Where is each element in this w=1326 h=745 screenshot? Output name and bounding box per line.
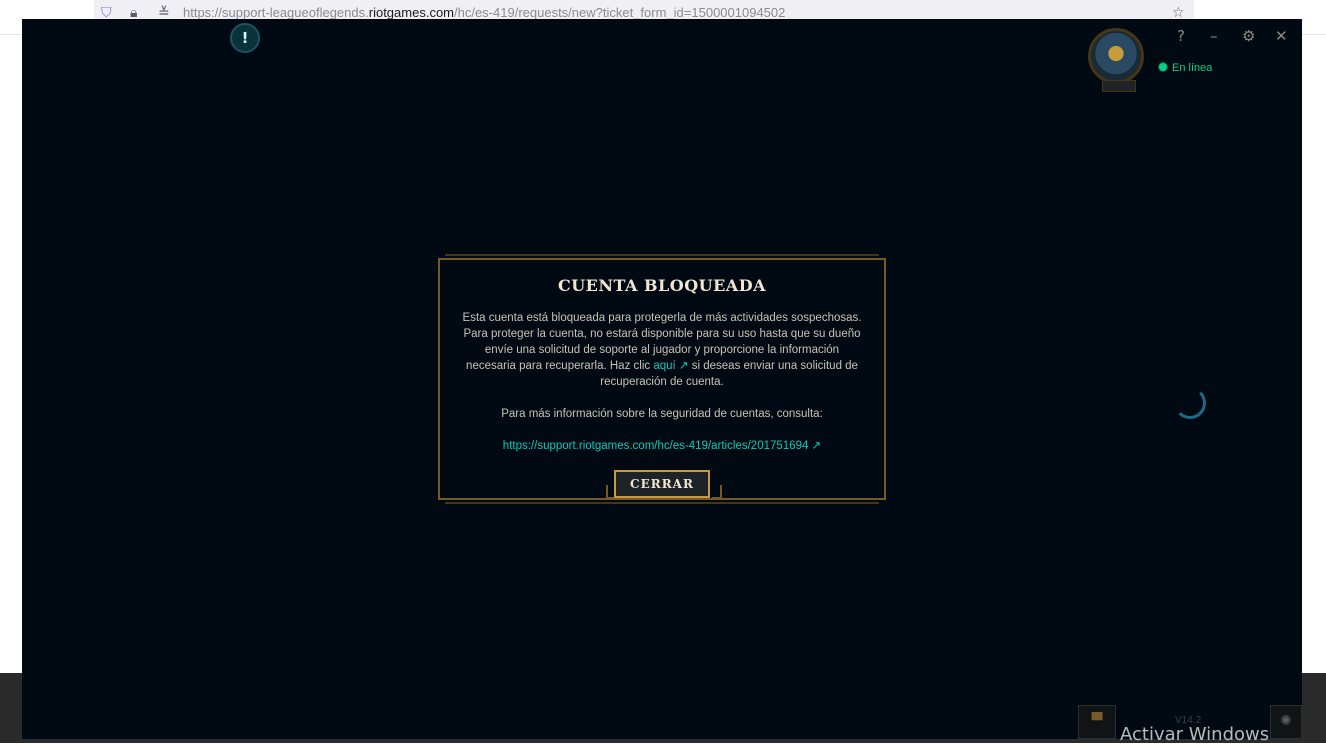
bug-report-icon[interactable]: ✺ xyxy=(1270,705,1302,739)
help-icon[interactable]: ? xyxy=(1177,27,1185,45)
minimize-icon[interactable]: – xyxy=(1210,27,1218,45)
button-frame-right xyxy=(712,485,722,499)
info-text: Para más información sobre la seguridad … xyxy=(501,408,823,420)
support-article-link[interactable]: https://support.riotgames.com/hc/es-419/… xyxy=(460,438,864,454)
close-button[interactable]: CERRAR xyxy=(614,470,710,498)
account-locked-dialog: CUENTA BLOQUEADA Esta cuenta está bloque… xyxy=(438,258,886,500)
url-text[interactable]: https://support-leagueoflegends.riotgame… xyxy=(183,5,785,20)
recovery-request-link[interactable]: aquí ↗ xyxy=(653,360,688,372)
game-client-window: ! En línea ? – ⚙ ✕ CUENTA BLOQUEADA Esta… xyxy=(22,19,1302,739)
avatar[interactable] xyxy=(1088,28,1144,84)
avatar-level-plate xyxy=(1102,80,1136,92)
settings-gear-icon[interactable]: ⚙ xyxy=(1242,27,1255,45)
dialog-body: Esta cuenta está bloqueada para proteger… xyxy=(460,310,864,454)
alert-icon[interactable]: ! xyxy=(230,23,260,53)
windows-activation-watermark: Activar Windows xyxy=(1120,724,1270,745)
close-icon[interactable]: ✕ xyxy=(1275,27,1288,45)
dialog-title: CUENTA BLOQUEADA xyxy=(557,276,767,295)
online-status[interactable]: En línea xyxy=(1158,62,1212,74)
loading-spinner-icon xyxy=(1174,387,1206,419)
chat-icon[interactable]: ▀ xyxy=(1078,705,1116,739)
modal-bottom-border xyxy=(445,502,879,504)
status-dot-icon xyxy=(1158,62,1168,72)
modal-top-border xyxy=(445,254,879,256)
